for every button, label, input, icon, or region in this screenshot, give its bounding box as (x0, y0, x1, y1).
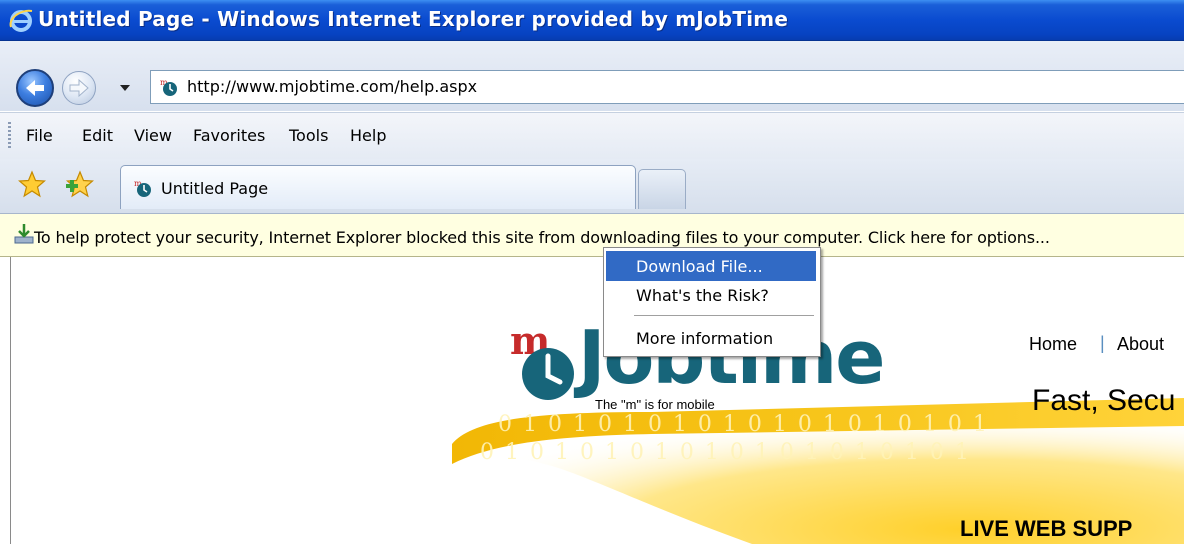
menu-grip[interactable] (8, 122, 11, 148)
nav-home-link[interactable]: Home (1029, 334, 1077, 355)
logo-clock-icon (522, 348, 574, 400)
menu-more-information-label: More information (636, 329, 774, 348)
information-bar-text[interactable]: To help protect your security, Internet … (34, 228, 1050, 247)
back-button[interactable] (16, 69, 54, 107)
recent-pages-dropdown-icon[interactable] (118, 82, 132, 94)
menu-bar (0, 112, 1184, 160)
menu-more-information[interactable]: More information (606, 323, 816, 353)
nav-about-link[interactable]: About (1117, 334, 1164, 355)
menu-favorites[interactable]: Favorites (193, 126, 265, 145)
address-url[interactable]: http://www.mjobtime.com/help.aspx (187, 77, 477, 96)
address-bar[interactable]: m http://www.mjobtime.com/help.aspx (150, 70, 1184, 104)
new-tab-button[interactable] (638, 169, 686, 209)
back-arrow-icon (26, 80, 44, 96)
add-favorite-icon[interactable] (64, 170, 94, 198)
window-titlebar[interactable]: Untitled Page - Windows Internet Explore… (0, 0, 1184, 41)
forward-arrow-icon (69, 78, 89, 98)
page-headline: Fast, Secu (1032, 384, 1176, 417)
menu-download-file[interactable]: Download File... (606, 251, 816, 281)
tab-label: Untitled Page (161, 179, 269, 198)
binary-decoration-2: 0 1 0 1 0 1 0 1 0 1 0 1 0 1 0 1 0 1 0 1 (480, 440, 971, 465)
forward-button[interactable] (62, 71, 96, 105)
nav-separator: | (1100, 333, 1105, 353)
favorites-star-icon[interactable] (18, 170, 46, 198)
menu-download-file-label: Download File... (636, 257, 763, 276)
menu-file[interactable]: File (26, 126, 53, 145)
download-blocked-icon (14, 224, 34, 244)
info-bar-context-menu: Download File... What's the Risk? More i… (603, 247, 821, 357)
menu-separator (634, 315, 814, 316)
logo-tagline: The "m" is for mobile (595, 397, 715, 412)
live-web-support-label[interactable]: LIVE WEB SUPP (960, 516, 1132, 542)
tab-untitled-page[interactable]: m Untitled Page (120, 165, 636, 209)
menu-whats-the-risk[interactable]: What's the Risk? (606, 280, 816, 310)
ie-logo-icon (9, 9, 33, 32)
mjobtime-favicon-icon: m (134, 179, 151, 197)
menu-help[interactable]: Help (350, 126, 386, 145)
menu-tools[interactable]: Tools (289, 126, 328, 145)
binary-decoration-1: 0 1 0 1 0 1 0 1 0 1 0 1 0 1 0 1 0 1 0 1 (498, 412, 989, 437)
window-title: Untitled Page - Windows Internet Explore… (38, 7, 789, 31)
menu-edit[interactable]: Edit (82, 126, 113, 145)
menu-view[interactable]: View (134, 126, 172, 145)
menu-whats-the-risk-label: What's the Risk? (636, 286, 769, 305)
mjobtime-favicon-icon: m (160, 78, 177, 96)
